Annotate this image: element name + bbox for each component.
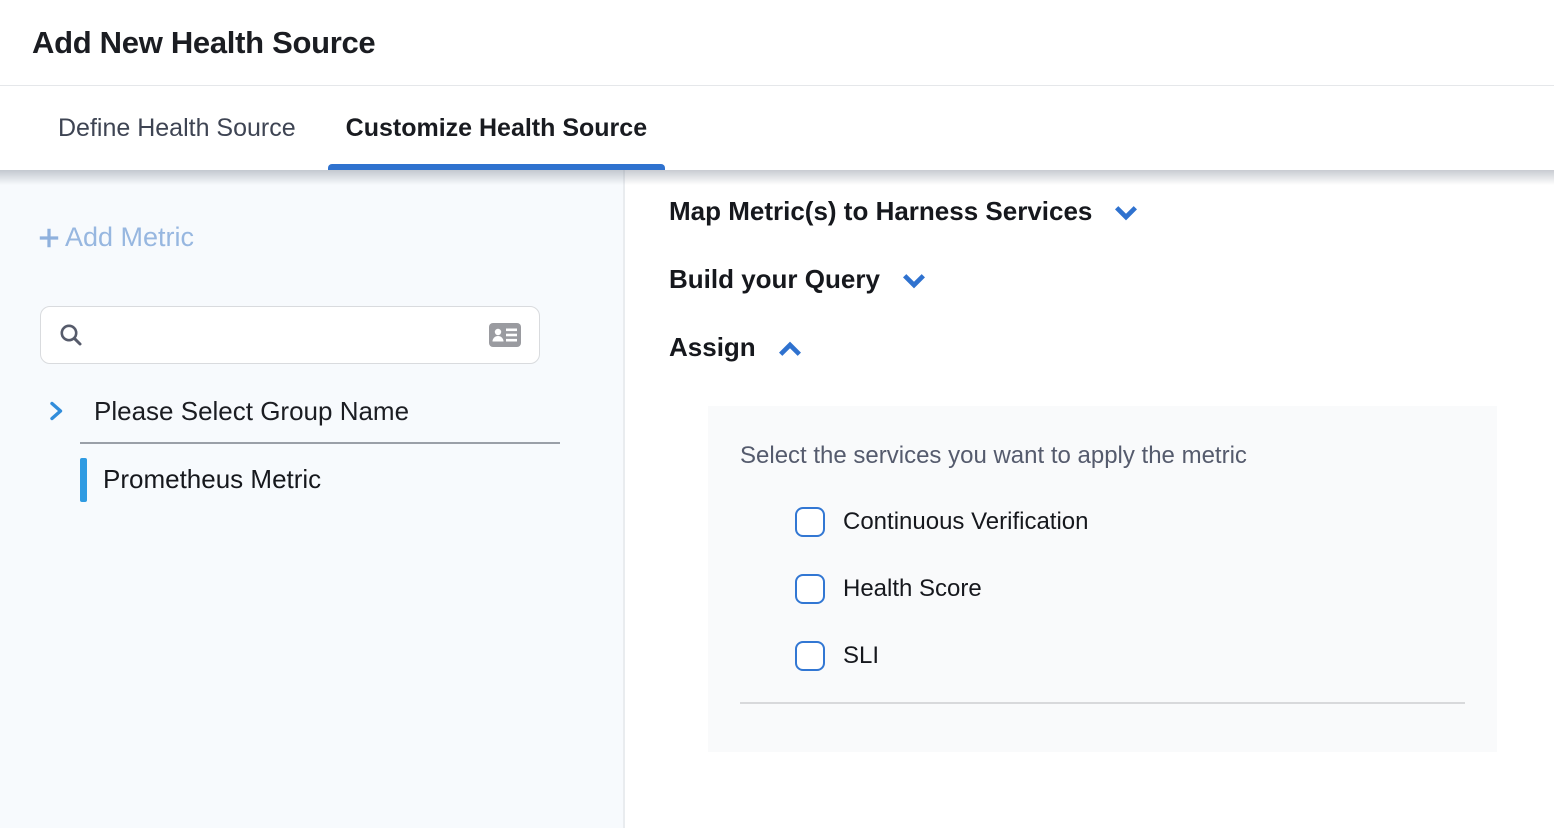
tab-bar: Define Health Source Customize Health So… [0, 86, 1554, 170]
assign-panel: Select the services you want to apply th… [708, 406, 1497, 752]
search-input[interactable] [95, 321, 485, 349]
option-label[interactable]: Continuous Verification [843, 508, 1088, 536]
add-metric-label: Add Metric [65, 222, 194, 253]
assign-divider [740, 702, 1465, 704]
metrics-sidebar: Add Metric [0, 170, 625, 828]
metric-group-row[interactable]: Please Select Group Name [0, 396, 623, 427]
tab-define-health-source[interactable]: Define Health Source [40, 86, 314, 170]
customize-main-panel: Map Metric(s) to Harness Services Build … [625, 170, 1554, 828]
group-view-toggle-button[interactable] [485, 319, 525, 351]
assign-prompt: Select the services you want to apply th… [740, 442, 1465, 470]
tab-customize-health-source[interactable]: Customize Health Source [328, 86, 665, 170]
chevron-right-icon [44, 399, 68, 423]
metric-item-prometheus[interactable]: Prometheus Metric [80, 457, 623, 503]
group-name-label: Please Select Group Name [94, 396, 409, 427]
continuous-verification-checkbox[interactable] [795, 507, 825, 537]
contact-card-icon [487, 321, 523, 349]
page-header: Add New Health Source [0, 0, 1554, 86]
chevron-up-icon [776, 335, 804, 363]
search-icon [57, 321, 85, 349]
group-divider [80, 442, 560, 444]
metric-search-box [40, 306, 540, 364]
tab-label: Define Health Source [58, 114, 296, 143]
option-row-continuous-verification: Continuous Verification [740, 507, 1465, 537]
health-score-checkbox[interactable] [795, 574, 825, 604]
option-row-sli: SLI [740, 641, 1465, 671]
plus-icon [36, 225, 62, 251]
section-map-metrics[interactable]: Map Metric(s) to Harness Services [669, 192, 1140, 230]
section-build-your-query[interactable]: Build your Query [669, 260, 928, 298]
sli-checkbox[interactable] [795, 641, 825, 671]
section-assign[interactable]: Assign [669, 328, 804, 366]
selected-indicator-bar [80, 458, 87, 502]
tab-label: Customize Health Source [346, 114, 647, 143]
chevron-down-icon [1112, 199, 1140, 227]
option-label[interactable]: SLI [843, 642, 879, 670]
add-metric-button[interactable]: Add Metric [36, 222, 194, 253]
section-title: Map Metric(s) to Harness Services [669, 196, 1092, 227]
section-title: Assign [669, 332, 756, 363]
page-title: Add New Health Source [32, 25, 375, 61]
option-label[interactable]: Health Score [843, 575, 982, 603]
metric-item-label: Prometheus Metric [103, 464, 321, 495]
option-row-health-score: Health Score [740, 574, 1465, 604]
section-title: Build your Query [669, 264, 880, 295]
content-area: Add Metric [0, 170, 1554, 828]
chevron-down-icon [900, 267, 928, 295]
